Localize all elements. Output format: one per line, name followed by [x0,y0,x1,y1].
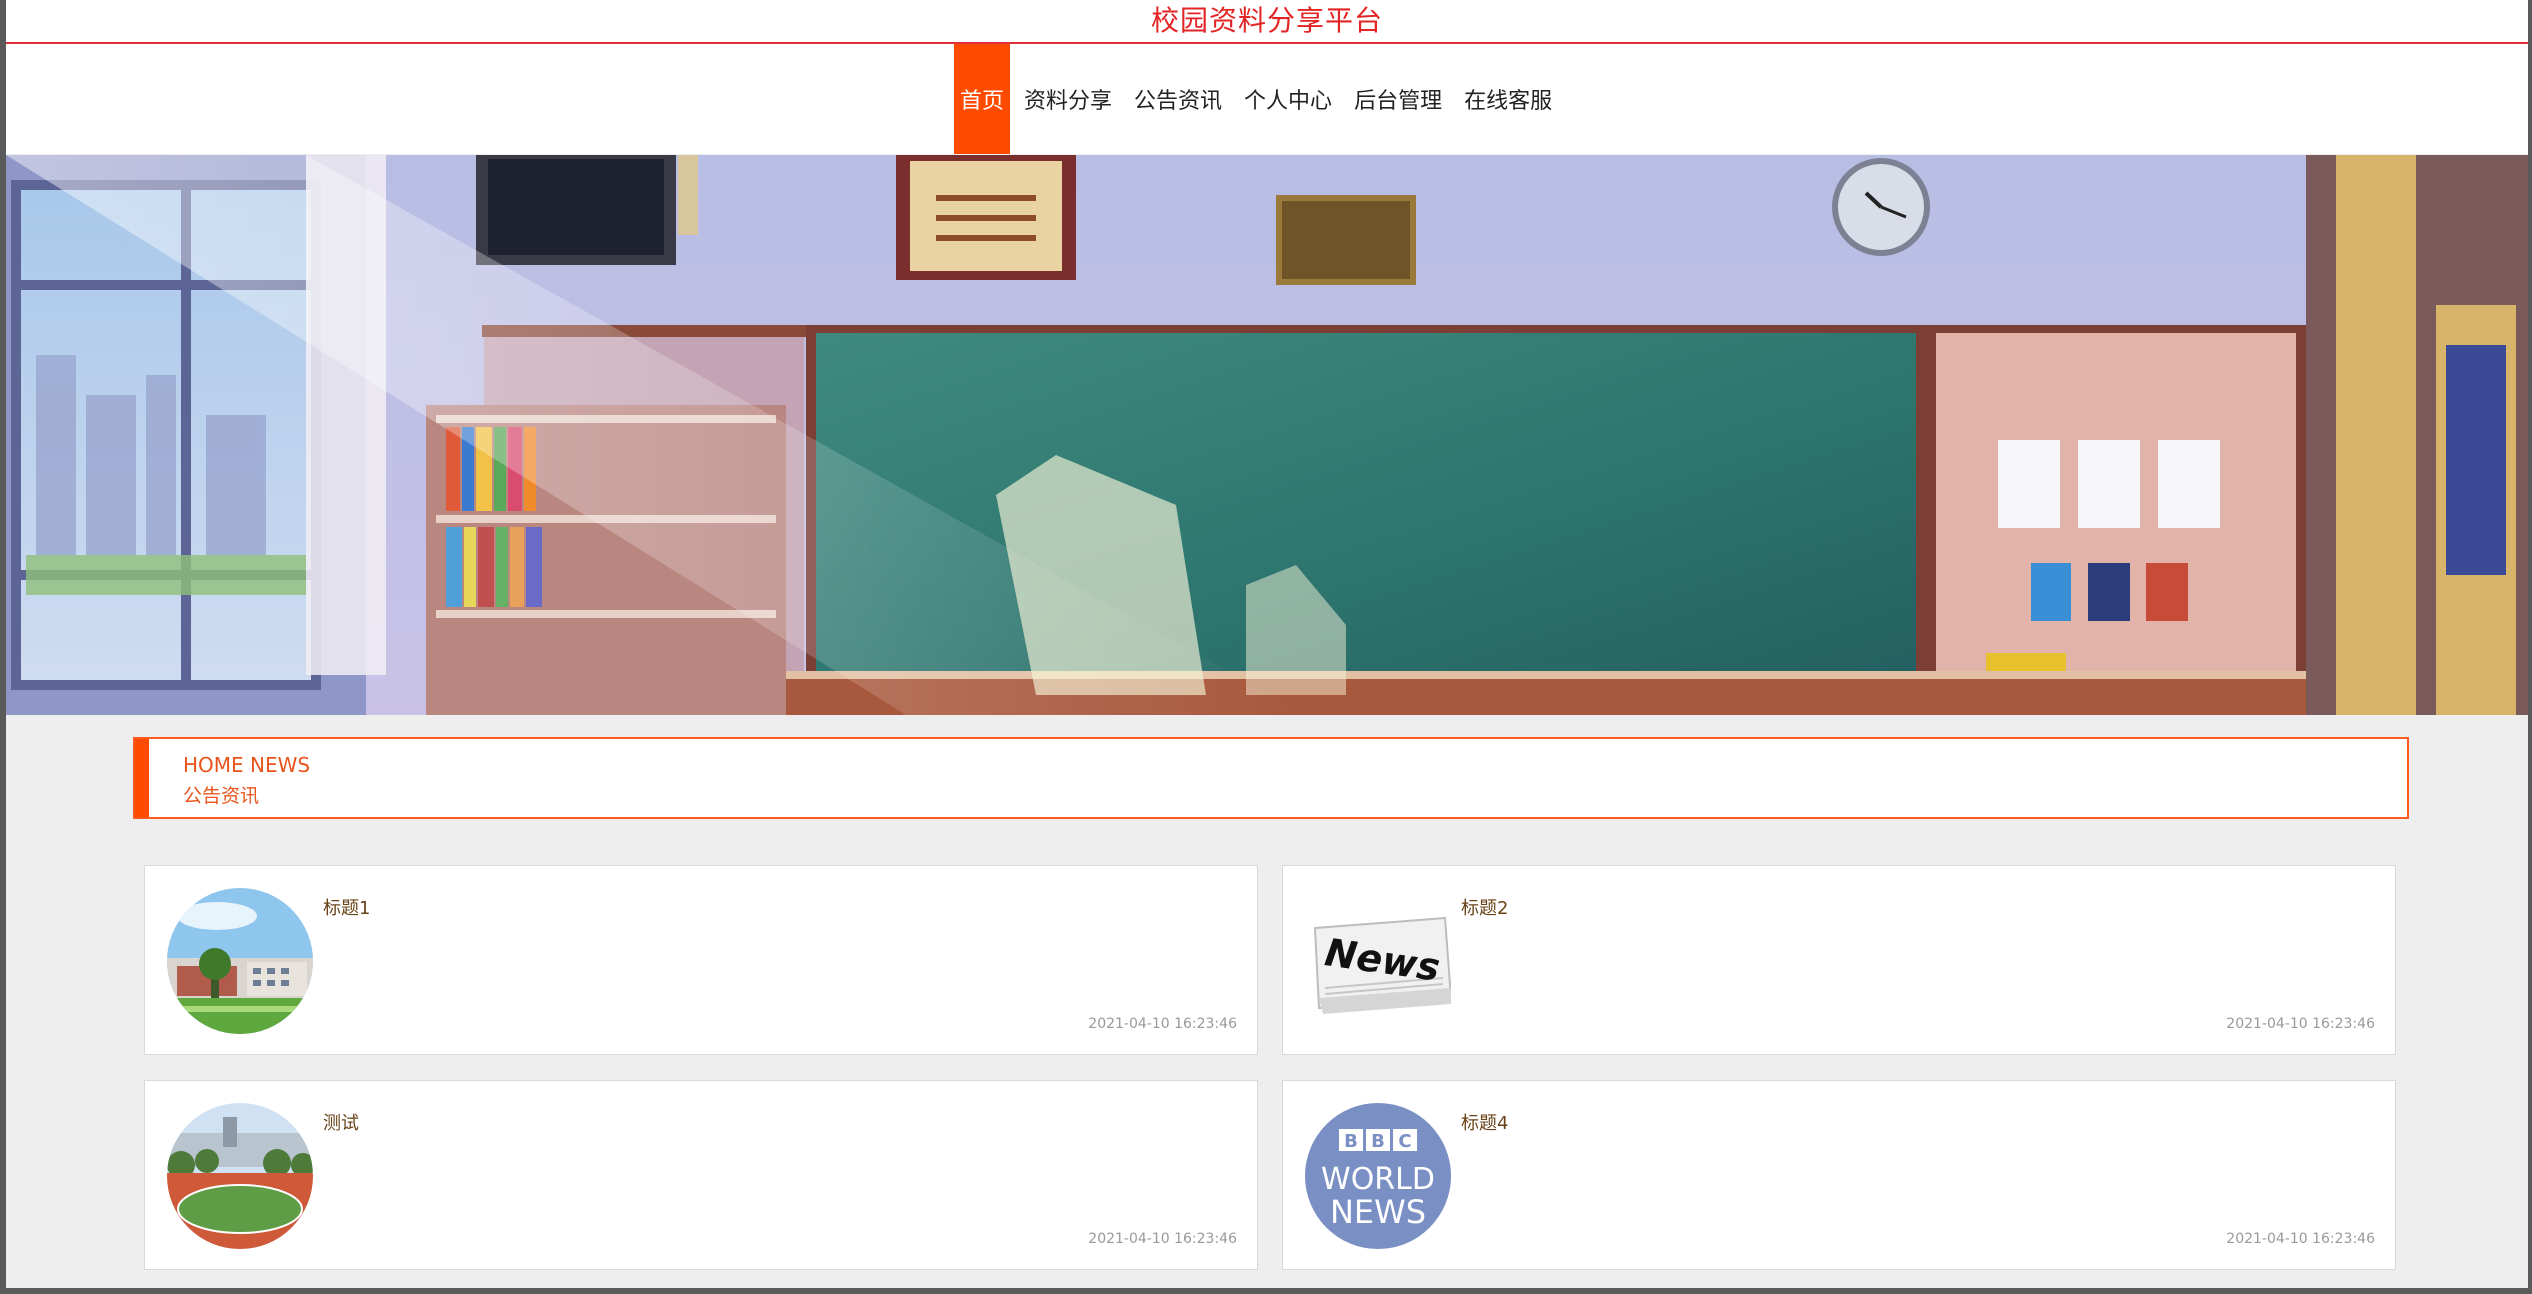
window-frame-right [2528,0,2532,1294]
nav-item-support[interactable]: 在线客服 [1456,44,1560,154]
news-card[interactable]: 测试 2021-04-10 16:23:46 [144,1080,1258,1270]
nav-item-profile[interactable]: 个人中心 [1236,44,1340,154]
window-frame-bottom [0,1288,2532,1294]
accent-bar [135,739,149,817]
nav-item-resources[interactable]: 资料分享 [1016,44,1120,154]
news-thumbnail [167,888,313,1034]
classroom-banner [6,155,2528,715]
top-title-bar: 校园资料分享平台 [6,0,2528,44]
news-title[interactable]: 标题4 [1461,1109,1508,1135]
section-title-en: HOME NEWS [183,753,311,777]
nav-item-home[interactable]: 首页 [954,44,1011,154]
news-card[interactable]: B B C WORLD NEWS 标题4 2021-04-10 16:23:46 [1282,1080,2396,1270]
news-date: 2021-04-10 16:23:46 [2226,1016,2375,1032]
main-navbar: 首页 资料分享 公告资讯 个人中心 后台管理 在线客服 [6,44,2528,154]
news-date: 2021-04-10 16:23:46 [2226,1231,2375,1247]
site-title: 校园资料分享平台 [1150,4,1383,37]
news-thumbnail: B B C WORLD NEWS [1305,1103,1451,1249]
news-card[interactable]: News 标题2 2021-04-10 16:23:46 [1282,865,2396,1055]
news-thumbnail: News [1305,888,1451,1034]
bbc-world-text: WORLD [1321,1162,1435,1197]
bbc-letter: C [1398,1131,1411,1152]
home-news-header: HOME NEWS 公告资讯 [133,737,2409,819]
news-title[interactable]: 标题2 [1461,894,1508,920]
news-date: 2021-04-10 16:23:46 [1088,1231,1237,1247]
nav-item-admin[interactable]: 后台管理 [1346,44,1450,154]
section-title-cn: 公告资讯 [183,785,260,807]
bbc-letter: B [1344,1131,1358,1152]
news-title[interactable]: 测试 [323,1109,359,1135]
nav-item-announcements[interactable]: 公告资讯 [1126,44,1230,154]
nav-list: 首页 资料分享 公告资讯 个人中心 后台管理 在线客服 [954,44,1566,154]
news-date: 2021-04-10 16:23:46 [1088,1016,1237,1032]
news-title[interactable]: 标题1 [323,894,370,920]
bbc-news-text: NEWS [1330,1193,1426,1231]
news-thumbnail [167,1103,313,1249]
bbc-letter: B [1371,1131,1385,1152]
news-card[interactable]: 标题1 2021-04-10 16:23:46 [144,865,1258,1055]
